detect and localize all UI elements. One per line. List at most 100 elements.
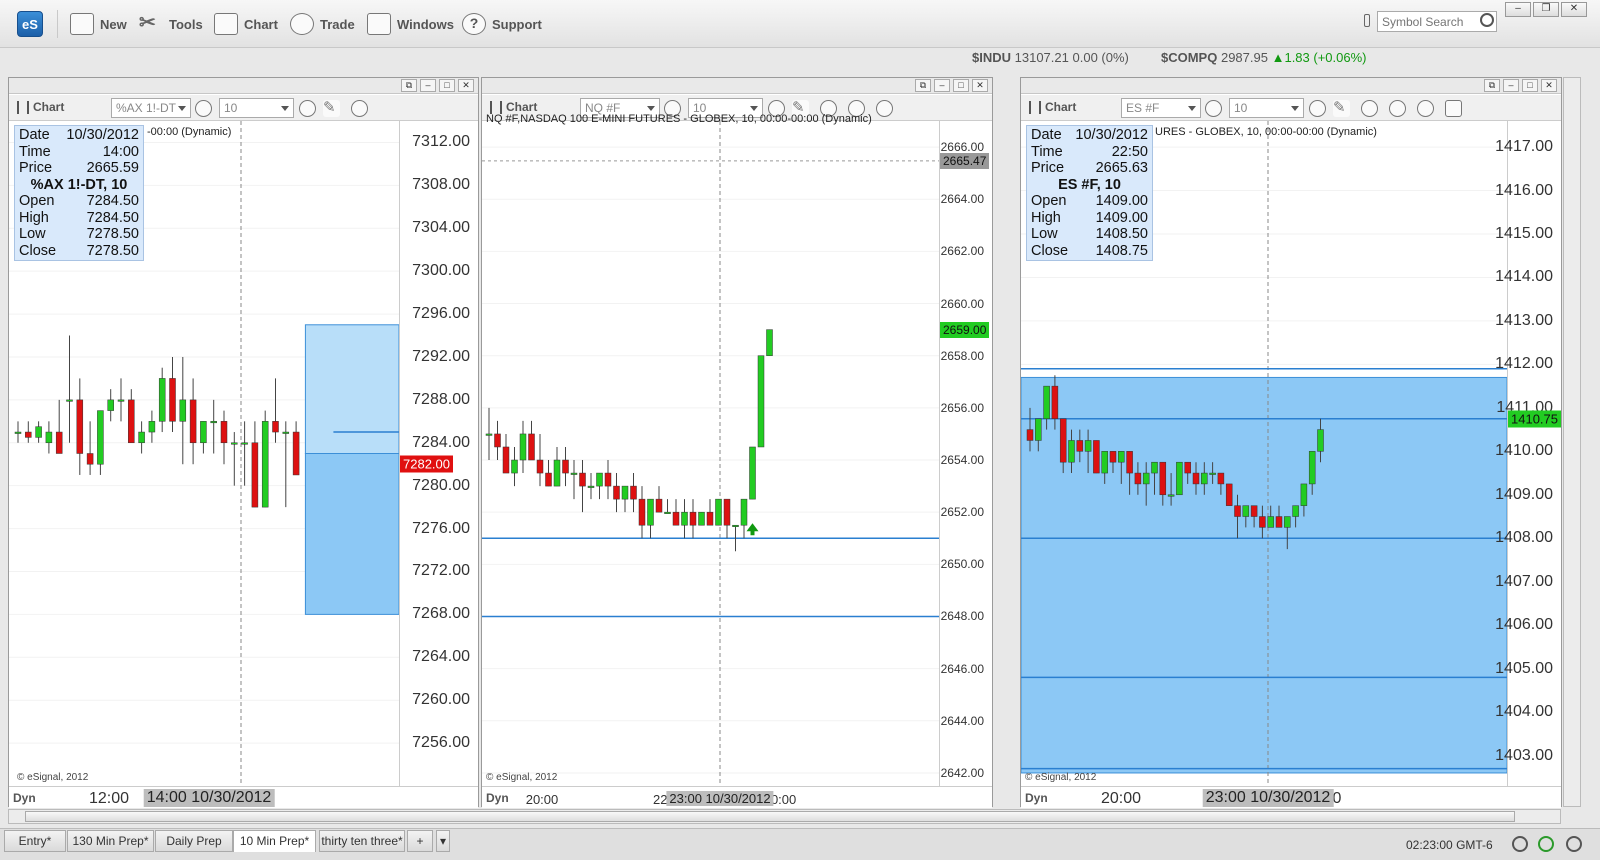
panel-close-button[interactable]: ✕ (972, 79, 988, 92)
tools-button[interactable]: ✂ Tools (139, 10, 203, 38)
symbol-dropdown[interactable]: ES #F (1121, 98, 1201, 118)
candle-body (706, 511, 714, 526)
price-tick-label: 2662.00 (940, 244, 984, 259)
chart-menu-label: Chart (506, 100, 538, 114)
chart-menu[interactable]: Chart (490, 100, 537, 114)
panel-minimize-button[interactable]: – (420, 79, 436, 92)
candle-body (587, 485, 595, 488)
windows-button[interactable]: Windows (367, 10, 454, 38)
panel-minimize-button[interactable]: – (934, 79, 950, 92)
candle-body (272, 421, 279, 433)
price-tick-label: 1410.00 (1495, 442, 1553, 460)
scrollbar-thumb[interactable] (25, 811, 1515, 822)
candle-body (35, 426, 42, 438)
chart-menu[interactable]: Chart (1029, 100, 1076, 114)
page-tab[interactable]: thirty ten three* (319, 830, 405, 852)
time-axis[interactable]: Dyn 12:00 14:00 10/30/2012 (9, 786, 478, 808)
symbol-dropdown[interactable]: %AX 1!-DT (111, 98, 191, 118)
price-axis[interactable]: 2666.00 2664.00 2662.00 2660.00 2658.00 2656.… (939, 121, 992, 786)
restore-button[interactable]: ❐ (1533, 2, 1559, 17)
page-tab[interactable]: Daily Prep (155, 830, 233, 852)
chart-plot-area[interactable] (482, 121, 939, 786)
refresh-icon[interactable] (1361, 100, 1378, 117)
interval-dropdown[interactable]: 10 (1229, 98, 1304, 118)
connection-icon[interactable] (1512, 836, 1528, 852)
data-window-row-close: Close 7278.50 (19, 243, 139, 260)
power-icon[interactable] (1566, 836, 1582, 852)
candle-body (1159, 461, 1167, 496)
chevron-down-icon (647, 106, 655, 111)
symbol-value: %AX 1!-DT (116, 101, 177, 115)
data-window-label: High (1031, 209, 1061, 226)
interval-value: 10 (1234, 101, 1248, 115)
candle-body (251, 442, 259, 508)
time-axis[interactable]: Dyn 20:00 0 23:00 10/30/2012 (1021, 786, 1561, 808)
candle-body (621, 485, 629, 500)
data-window-value: 14:00 (102, 143, 139, 160)
data-window-value: 7284.50 (86, 193, 139, 209)
search-icon[interactable] (1480, 13, 1494, 27)
copyright-text: © eSignal, 2012 (486, 772, 558, 783)
horizontal-scrollbar[interactable] (8, 809, 1561, 824)
minimize-button[interactable]: – (1505, 2, 1531, 17)
new-button[interactable]: New (70, 10, 127, 38)
candle-body (282, 431, 290, 434)
tab-menu-chevron-icon[interactable]: ▾ (436, 830, 450, 852)
gear-icon[interactable] (195, 100, 212, 117)
time-axis[interactable]: Dyn 20:00 22: 00:00 23:00 10/30/2012 (482, 786, 992, 808)
price-tick-label: 1413.00 (1495, 311, 1553, 329)
page-tab[interactable]: 130 Min Prep* (67, 830, 154, 852)
eraser-icon[interactable] (1445, 100, 1462, 117)
chart-label: Chart (244, 16, 278, 32)
panel-float-button[interactable]: ⧉ (401, 79, 417, 92)
trade-globe-icon (290, 13, 314, 35)
panel-float-button[interactable]: ⧉ (1484, 79, 1500, 92)
alert-icon[interactable] (876, 100, 893, 117)
price-tick-label: 7276.00 (412, 519, 470, 537)
panel-maximize-button[interactable]: □ (953, 79, 969, 92)
chart-button[interactable]: Chart (214, 10, 278, 38)
clock-icon[interactable] (1309, 100, 1326, 117)
panel-close-button[interactable]: ✕ (1541, 79, 1557, 92)
candle-body (698, 511, 705, 526)
data-window-label: Time (1031, 143, 1063, 160)
symbol-search-input[interactable] (1377, 11, 1497, 32)
panel-minimize-button[interactable]: – (1503, 79, 1519, 92)
data-window-value: 7278.50 (86, 226, 139, 242)
panel-maximize-button[interactable]: □ (439, 79, 455, 92)
price-tick-label: 7304.00 (412, 219, 470, 237)
close-window-button[interactable]: ✕ (1561, 2, 1587, 17)
panel-float-button[interactable]: ⧉ (915, 79, 931, 92)
interval-dropdown[interactable]: 10 (219, 98, 294, 118)
data-window-label: Low (19, 226, 46, 242)
last-price-tag: 2659.00 (940, 321, 990, 338)
data-window-row-low: Low 7278.50 (19, 226, 139, 243)
chart-menu[interactable]: Chart (17, 100, 64, 114)
support-button[interactable]: ? Support (462, 10, 542, 38)
price-axis[interactable]: 7312.00 7308.00 7304.00 7300.00 7296.00 7292.… (399, 121, 478, 786)
price-tick-label: 7272.00 (412, 562, 470, 580)
pencil-icon[interactable]: ✎ (1333, 100, 1350, 117)
price-tick-label: 1409.00 (1495, 485, 1553, 503)
panel-maximize-button[interactable]: □ (1522, 79, 1538, 92)
candle-body (200, 421, 207, 444)
clock-icon[interactable] (299, 100, 316, 117)
page-tab[interactable]: 10 Min Prep* (233, 830, 316, 852)
candle-body (1242, 505, 1250, 517)
pencil-icon[interactable]: ✎ (323, 100, 340, 117)
add-tab-button[interactable]: + (407, 830, 433, 852)
candle-body (596, 472, 603, 487)
alert-icon[interactable] (1417, 100, 1434, 117)
play-icon[interactable] (1389, 100, 1406, 117)
vertical-scrollbar[interactable] (1563, 77, 1581, 807)
status-ok-icon[interactable] (1538, 836, 1554, 852)
panel-titlebar: ⧉ – □ ✕ (482, 78, 992, 94)
gear-icon[interactable] (1205, 100, 1222, 117)
refresh-icon[interactable] (351, 100, 368, 117)
candle-body (545, 472, 552, 487)
buy-arrow-icon (746, 523, 759, 536)
page-tab[interactable]: Entry* (4, 830, 66, 852)
trade-button[interactable]: Trade (290, 10, 355, 38)
panel-close-button[interactable]: ✕ (458, 79, 474, 92)
price-axis[interactable]: 1417.00 1416.00 1415.00 1414.00 1413.00 1412.… (1495, 121, 1561, 786)
